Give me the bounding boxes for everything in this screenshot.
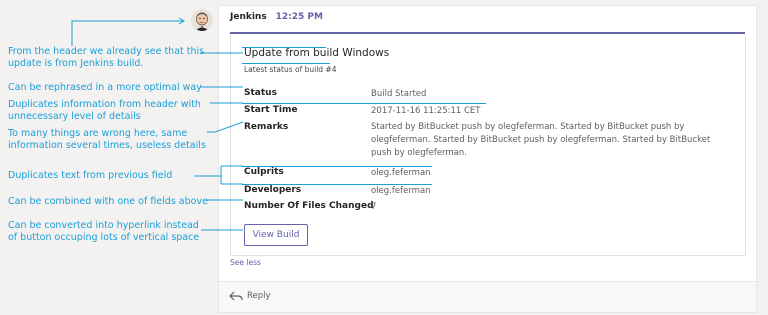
fact-value-remarks: Started by BitBucket push by olegfeferma… <box>371 122 711 158</box>
sender-name[interactable]: Jenkins <box>230 12 267 22</box>
adaptive-card: Update from build Windows Latest status … <box>230 35 746 256</box>
arrow-to-header <box>71 20 183 46</box>
message-timestamp: 12:25 PM <box>275 12 323 22</box>
fact-value-status: Build Started <box>371 89 427 99</box>
card-title-struck: Update from build <box>244 47 339 59</box>
message-header: Jenkins 12:25 PM <box>230 12 323 22</box>
see-less-link[interactable]: See less <box>230 258 261 267</box>
fact-value-files-changed: 7 <box>371 202 377 212</box>
annotation-header: From the header we already see that this… <box>8 46 205 69</box>
message-card: Jenkins 12:25 PM Update from build Windo… <box>218 5 757 313</box>
fact-value-developers: oleg.feferman <box>371 186 431 196</box>
annotation-hyperlink: Can be converted into hyperlink instead … <box>8 220 200 243</box>
reply-bar[interactable]: Reply <box>219 281 756 312</box>
reply-label: Reply <box>247 291 271 301</box>
card-title-rest: Windows <box>338 47 390 59</box>
annotation-duplicates-field: Duplicates text from previous field <box>8 170 173 181</box>
fact-label-start-time: Start Time <box>244 105 298 115</box>
annotation-combine: Can be combined with one of fields above <box>8 196 208 207</box>
card-title: Update from build Windows <box>244 47 389 59</box>
arrowhead-header <box>178 17 185 25</box>
annotation-rephrase: Can be rephrased in a more optimal way <box>8 82 202 93</box>
fact-label-remarks: Remarks <box>244 122 289 132</box>
annotation-duplicates-header: Duplicates information from header with … <box>8 99 201 122</box>
fact-label-culprits: Culprits <box>244 167 284 177</box>
jenkins-avatar[interactable] <box>191 9 213 31</box>
fact-value-start-time: 2017-11-16 11:25:11 CET <box>371 106 481 116</box>
fact-label-status: Status <box>244 88 277 98</box>
fact-value-culprits: oleg.feferman <box>371 168 431 178</box>
annotation-remarks: To many things are wrong here, same info… <box>8 128 206 151</box>
card-subtitle: Latest status of build #4 <box>244 65 337 74</box>
reply-arrow-icon <box>229 291 243 301</box>
view-build-button[interactable]: View Build <box>244 224 308 246</box>
fact-label-files-changed: Number Of Files Changed <box>244 201 374 211</box>
header-accent-line <box>230 32 745 34</box>
jenkins-butler-icon <box>191 9 213 31</box>
fact-label-developers: Developers <box>244 185 302 195</box>
